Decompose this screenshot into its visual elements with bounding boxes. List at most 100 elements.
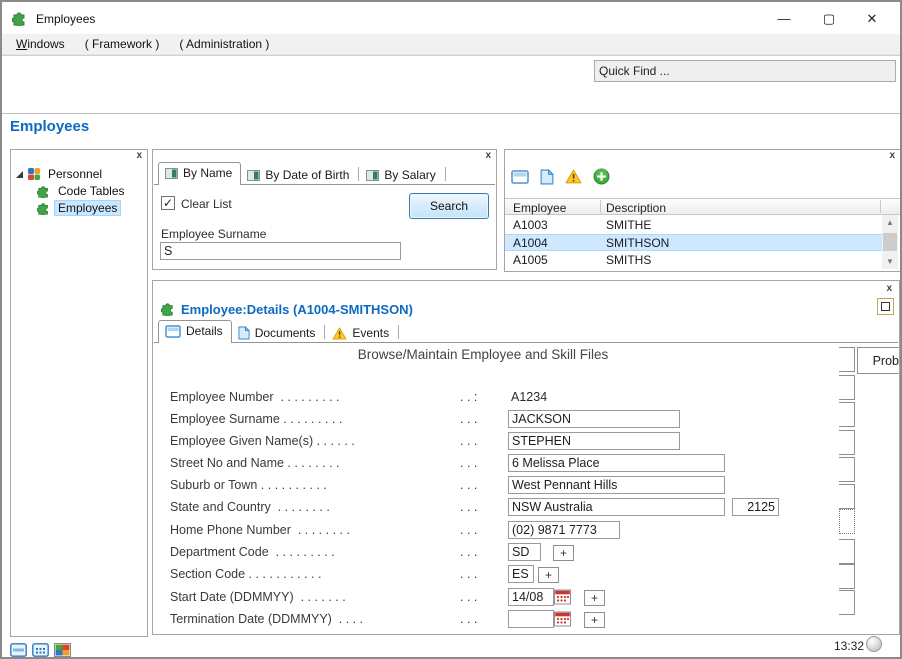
tab-label[interactable]: Details [186,324,223,338]
tree-panel-close-icon[interactable]: x [136,150,142,161]
document-icon[interactable] [540,169,554,185]
tab-by-salary[interactable]: By Salary [360,165,443,185]
tab-label[interactable]: Events [352,326,389,340]
tab-by-name[interactable]: By Name [158,162,241,185]
field-label: Employee Number . . . . . . . . . [170,390,340,404]
view-window-icon[interactable] [10,643,27,657]
start-date-field[interactable] [508,588,554,606]
tab-label[interactable]: Documents [255,326,316,340]
tab-by-date-of-birth[interactable]: By Date of Birth [241,165,357,185]
surname-input[interactable] [160,242,401,260]
tree-node-code-tables[interactable]: Code Tables [37,183,128,199]
table-row[interactable]: A1005 SMITHS [505,251,884,269]
field-label: Start Date (DDMMYY) . . . . . . . [170,590,346,604]
close-button[interactable]: ✕ [856,8,888,29]
view-grid-icon[interactable] [32,643,49,657]
list-panel-close-icon[interactable]: x [889,150,895,161]
menu-administration[interactable]: ( Administration ) [171,35,277,53]
tree-label-code-tables[interactable]: Code Tables [55,184,128,198]
suburb-field[interactable] [508,476,725,494]
column-description[interactable]: Description [606,201,666,215]
section-field[interactable] [508,565,534,583]
field-label: Employee Given Name(s) . . . . . . [170,434,355,448]
field-prompt-stub[interactable] [839,402,855,427]
field-prompt-stub[interactable] [839,457,855,482]
details-panel-close-icon[interactable]: x [886,283,892,294]
field-prompt-stub[interactable] [839,590,855,615]
cell-employee[interactable]: A1004 [513,236,548,250]
cell-employee[interactable]: A1005 [513,253,548,267]
field-prompt-stub[interactable] [839,430,855,455]
tab-label[interactable]: By Date of Birth [265,168,349,182]
toolbar-band [2,55,900,114]
field-prompt-stub[interactable] [839,375,855,400]
minimize-button[interactable]: — [768,8,800,29]
search-button[interactable]: Search [409,193,489,219]
cell-description[interactable]: SMITHERS [606,271,668,273]
termination-date-calendar-icon[interactable] [554,611,571,627]
field-prompt-stub[interactable] [839,564,855,589]
tab-label[interactable]: By Name [183,166,232,180]
search-panel-close-icon[interactable]: x [485,150,491,161]
tree-node-personnel[interactable]: Personnel [11,166,105,182]
status-clock: 13:32 [834,639,864,653]
tab-label[interactable]: By Salary [384,168,435,182]
column-employee[interactable]: Employee [513,201,566,215]
clear-list-checkbox[interactable]: ✓ [161,196,175,210]
field-prompt-stub[interactable] [839,539,855,564]
expand-arrow-icon[interactable] [16,171,23,178]
tab-details[interactable]: Details [158,320,232,343]
field-prompt-stub-focused[interactable] [839,509,855,534]
clear-list-label[interactable]: Clear List [181,197,232,211]
table-row-selected[interactable]: A1004 SMITHSON [505,234,884,252]
department-prompt-button[interactable]: + [553,545,574,561]
column-divider[interactable] [880,200,881,213]
department-field[interactable] [508,543,541,561]
termination-date-field[interactable] [508,610,554,628]
surname-field[interactable] [508,410,680,428]
document-icon [238,326,250,340]
scroll-down-icon[interactable]: ▼ [882,254,898,269]
field-prompt-stub[interactable] [839,347,855,372]
cell-employee[interactable]: A1006 [513,271,548,273]
postcode-field[interactable] [732,498,779,516]
tree-label-employees[interactable]: Employees [55,201,120,215]
street-field[interactable] [508,454,725,472]
field-prompt-stub[interactable] [839,484,855,509]
scroll-up-icon[interactable]: ▲ [882,215,898,230]
tree-node-employees[interactable]: Employees [37,200,120,216]
start-date-calendar-icon[interactable] [554,589,571,605]
table-row[interactable]: A1006 SMITHERS [505,269,884,273]
section-prompt-button[interactable]: + [538,567,559,583]
add-icon[interactable] [593,168,610,185]
maximize-button[interactable]: ▢ [813,8,845,29]
scrollbar-thumb[interactable] [883,233,897,251]
search-panel: x By Name By Date of Birth By Salary ✓ C… [152,149,497,270]
menu-framework[interactable]: ( Framework ) [77,35,168,53]
field-label: Street No and Name . . . . . . . . [170,456,340,470]
cell-description[interactable]: SMITHS [606,253,651,267]
termination-date-prompt-button[interactable]: + [584,612,605,628]
field-label: Suburb or Town . . . . . . . . . . [170,478,327,492]
prob-button[interactable]: Prob [857,347,900,374]
tab-events[interactable]: Events [326,323,397,343]
state-country-field[interactable] [508,498,725,516]
menu-windows[interactable]: Windows [8,35,73,53]
phone-field[interactable] [508,521,620,539]
column-divider[interactable] [600,200,601,213]
tree-label-personnel[interactable]: Personnel [45,167,105,181]
personnel-icon [27,167,41,181]
cell-description[interactable]: SMITHE [606,218,651,232]
cell-description[interactable]: SMITHSON [606,236,669,250]
start-date-prompt-button[interactable]: + [584,590,605,606]
given-name-field[interactable] [508,432,680,450]
table-row[interactable]: A1003 SMITHE [505,216,884,234]
tab-documents[interactable]: Documents [232,323,324,343]
cell-employee[interactable]: A1003 [513,218,548,232]
warning-icon[interactable] [565,169,582,184]
view-colored-table-icon[interactable] [54,643,71,657]
list-scrollbar[interactable]: ▲ ▼ [882,215,898,269]
restore-button[interactable] [877,298,894,315]
window-icon[interactable] [511,170,529,184]
quick-find-input[interactable] [594,60,896,82]
